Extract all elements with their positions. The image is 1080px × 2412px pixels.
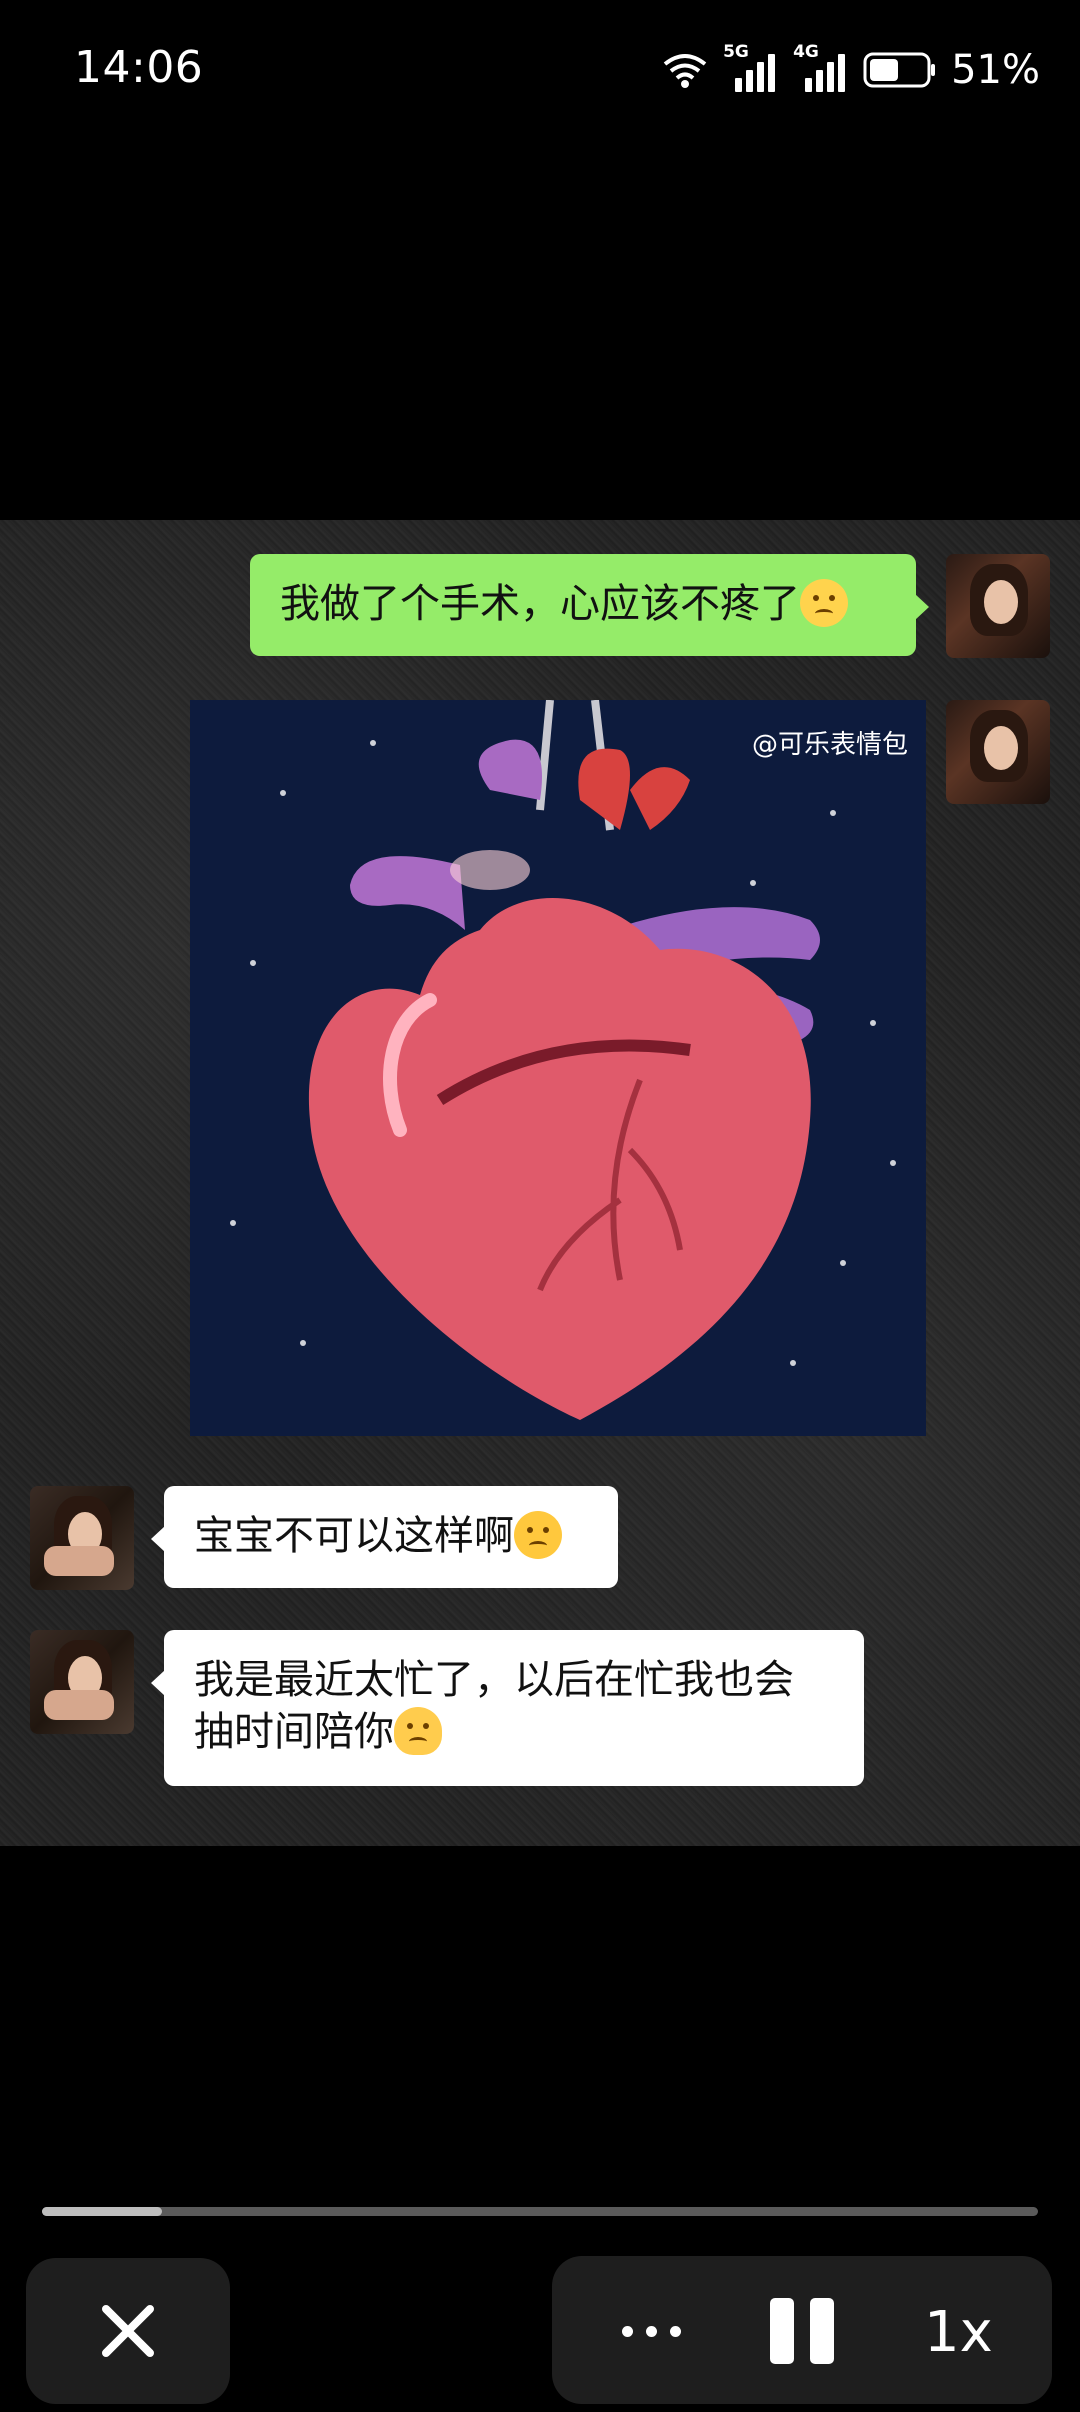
status-bar: 14:06 5G 4G 51%: [0, 0, 1080, 140]
playback-speed-button[interactable]: 1x: [924, 2300, 993, 2365]
receiver-avatar: [30, 1486, 134, 1590]
playback-progress-fill: [42, 2207, 162, 2216]
crying-face-emoji-icon: [514, 1511, 562, 1559]
signal-4g-icon: 4G: [793, 42, 849, 94]
sad-face-emoji-icon: [800, 579, 848, 627]
receiver-avatar: [30, 1630, 134, 1734]
more-icon: [622, 2326, 633, 2337]
heart-image-message[interactable]: @可乐表情包: [190, 700, 926, 1436]
pause-icon: [770, 2298, 794, 2364]
received-message-bubble: 我是最近太忙了，以后在忙我也会 抽时间陪你: [151, 1630, 864, 1786]
sent-message-bubble: 我做了个手术，心应该不疼了: [250, 554, 929, 656]
shrug-emoji-icon: [394, 1707, 442, 1755]
pause-button[interactable]: [770, 2298, 836, 2364]
close-button[interactable]: [26, 2258, 230, 2404]
sender-avatar: [946, 554, 1050, 658]
chat-screenshot: 我做了个手术，心应该不疼了 @可乐表情包 宝宝不可以这样啊 我是最近太忙了，以后…: [0, 520, 1080, 1846]
status-icons: 5G 4G 51%: [661, 42, 1040, 94]
wifi-icon: [663, 54, 707, 88]
playback-progress-bar[interactable]: [42, 2207, 1038, 2216]
signal-5g-icon: 5G: [723, 42, 779, 94]
watermark: @可乐表情包: [751, 730, 908, 760]
sender-avatar: [946, 700, 1050, 804]
battery-percentage: 51%: [951, 47, 1040, 93]
battery-icon: [863, 52, 936, 88]
message-text: 宝宝不可以这样啊: [194, 1513, 514, 1559]
received-message-bubble: 宝宝不可以这样啊: [151, 1486, 618, 1588]
clock: 14:06: [74, 42, 204, 93]
close-icon: [102, 2305, 154, 2357]
message-text-line-2: 抽时间陪你: [194, 1709, 394, 1755]
message-text: 我做了个手术，心应该不疼了: [280, 581, 800, 627]
heart-illustration: [308, 700, 820, 1420]
playback-controls: 1x: [552, 2256, 1052, 2404]
message-text-line-1: 我是最近太忙了，以后在忙我也会: [194, 1657, 794, 1703]
